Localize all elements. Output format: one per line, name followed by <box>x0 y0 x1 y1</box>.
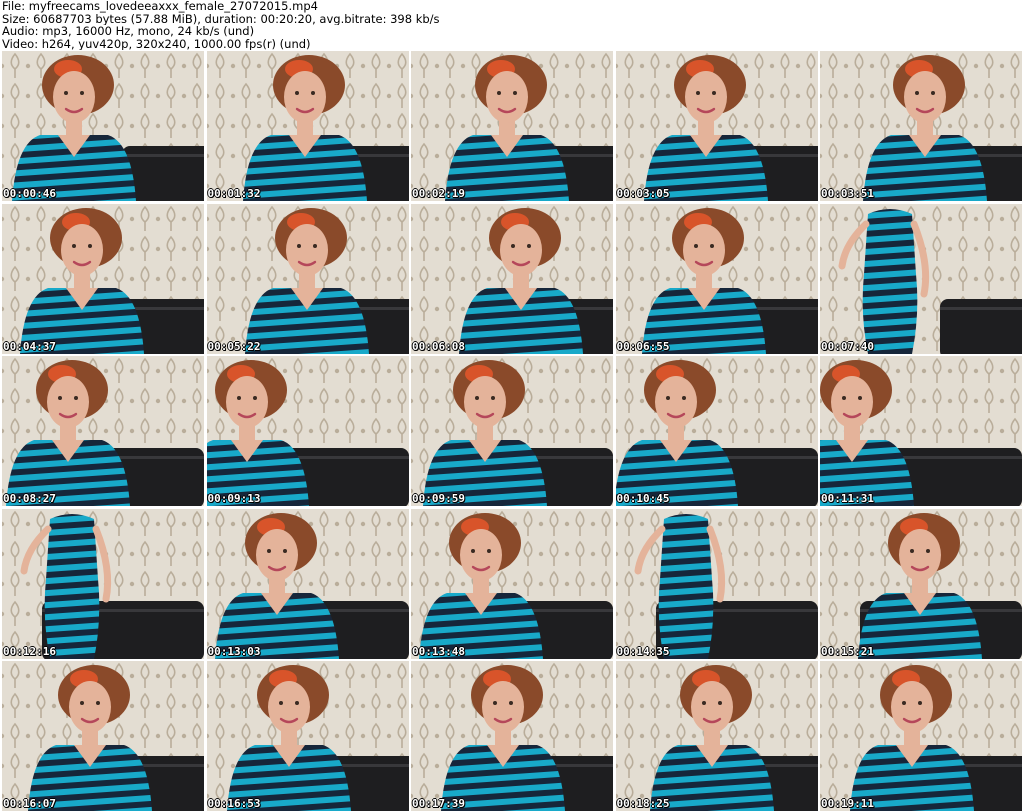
frame-timestamp: 00:03:51 <box>821 187 874 200</box>
frame-image <box>411 51 613 201</box>
frame-timestamp: 00:12:16 <box>3 644 56 658</box>
frame-image <box>2 203 204 354</box>
frame-image <box>2 51 204 201</box>
audio-info-line: Audio: mp3, 16000 Hz, mono, 24 kb/s (und… <box>2 25 255 38</box>
frame-timestamp: 00:14:35 <box>616 644 670 658</box>
video-frame-thumbnail: 00:09:59 <box>411 356 613 506</box>
video-frame-thumbnail: 00:05:22 <box>206 203 409 354</box>
frame-timestamp: 00:17:39 <box>412 797 465 810</box>
frame-timestamp: 00:16:53 <box>207 797 261 810</box>
video-frame-thumbnail: 00:00:46 <box>2 51 204 201</box>
frame-image <box>206 356 409 506</box>
video-info-line: Video: h264, yuv420p, 320x240, 1000.00 f… <box>2 37 311 50</box>
video-frame-thumbnail: 00:11:31 <box>820 356 1022 506</box>
video-frame-thumbnail: 00:16:07 <box>2 661 204 811</box>
video-frame-thumbnail: 00:19:11 <box>820 661 1022 811</box>
video-frame-thumbnail: 00:03:51 <box>820 51 1022 201</box>
frame-timestamp: 00:04:37 <box>3 339 56 353</box>
frame-image <box>411 356 613 506</box>
video-frame-thumbnail: 00:01:32 <box>206 51 409 201</box>
frame-image <box>2 508 204 659</box>
frame-timestamp: 00:06:08 <box>412 339 465 353</box>
frame-image <box>206 508 409 659</box>
frame-image <box>411 661 613 811</box>
frame-image <box>206 203 409 354</box>
frame-image <box>2 661 204 811</box>
video-frame-thumbnail: 00:07:40 <box>820 203 1022 354</box>
video-frame-thumbnail: 00:10:45 <box>615 356 818 506</box>
video-frame-thumbnail: 00:02:19 <box>411 51 613 201</box>
frame-timestamp: 00:13:03 <box>207 644 261 658</box>
frame-timestamp: 00:07:40 <box>821 339 874 353</box>
video-frame-thumbnail: 00:13:48 <box>411 508 613 659</box>
frame-timestamp: 00:19:11 <box>821 797 874 810</box>
video-frame-thumbnail: 00:03:05 <box>615 51 818 201</box>
frame-timestamp: 00:16:07 <box>3 797 56 810</box>
frame-image <box>411 508 613 659</box>
frame-timestamp: 00:05:22 <box>207 339 261 353</box>
frame-timestamp: 00:02:19 <box>412 187 465 200</box>
file-info-header: File: myfreecams_lovedeeaxxx_female_2707… <box>2 0 1022 50</box>
frame-image <box>820 51 1022 201</box>
video-frame-thumbnail: 00:08:27 <box>2 356 204 506</box>
frame-timestamp: 00:08:27 <box>3 492 56 505</box>
video-frame-thumbnail: 00:09:13 <box>206 356 409 506</box>
frame-timestamp: 00:03:05 <box>616 187 670 200</box>
video-frame-thumbnail: 00:04:37 <box>2 203 204 354</box>
frame-timestamp: 00:11:31 <box>821 492 874 505</box>
video-frame-thumbnail: 00:06:08 <box>411 203 613 354</box>
frame-timestamp: 00:18:25 <box>616 797 670 810</box>
frame-timestamp: 00:10:45 <box>616 492 670 505</box>
frame-image <box>615 203 818 354</box>
frame-image <box>820 661 1022 811</box>
frame-image <box>820 203 1022 354</box>
video-frame-thumbnail: 00:14:35 <box>615 508 818 659</box>
frame-image <box>615 51 818 201</box>
frame-timestamp: 00:06:55 <box>616 339 670 353</box>
frame-image <box>615 356 818 506</box>
video-frame-thumbnail: 00:13:03 <box>206 508 409 659</box>
frame-timestamp: 00:09:13 <box>207 492 261 505</box>
frame-timestamp: 00:13:48 <box>412 644 465 658</box>
frame-image <box>206 661 409 811</box>
file-name-line: File: myfreecams_lovedeeaxxx_female_2707… <box>2 0 318 13</box>
frame-timestamp: 00:15:21 <box>821 644 874 658</box>
frame-timestamp: 00:09:59 <box>412 492 465 505</box>
frame-image <box>615 661 818 811</box>
frame-timestamp: 00:00:46 <box>3 187 56 200</box>
file-size-line: Size: 60687703 bytes (57.88 MiB), durati… <box>2 12 440 25</box>
video-frame-thumbnail: 00:15:21 <box>820 508 1022 659</box>
frame-timestamp: 00:01:32 <box>207 187 261 200</box>
frame-image <box>820 356 1022 506</box>
video-frame-thumbnail: 00:17:39 <box>411 661 613 811</box>
frame-image <box>615 508 818 659</box>
frame-image <box>411 203 613 354</box>
video-frame-thumbnail: 00:18:25 <box>615 661 818 811</box>
frame-image <box>2 356 204 506</box>
video-frame-thumbnail: 00:16:53 <box>206 661 409 811</box>
frame-image <box>206 51 409 201</box>
frame-image <box>820 508 1022 659</box>
video-frame-thumbnail: 00:06:55 <box>615 203 818 354</box>
thumbnail-grid: 00:00:46 00:01:32 00:02:19 00:03:05 00:03:51… <box>2 51 1022 811</box>
video-frame-thumbnail: 00:12:16 <box>2 508 204 659</box>
